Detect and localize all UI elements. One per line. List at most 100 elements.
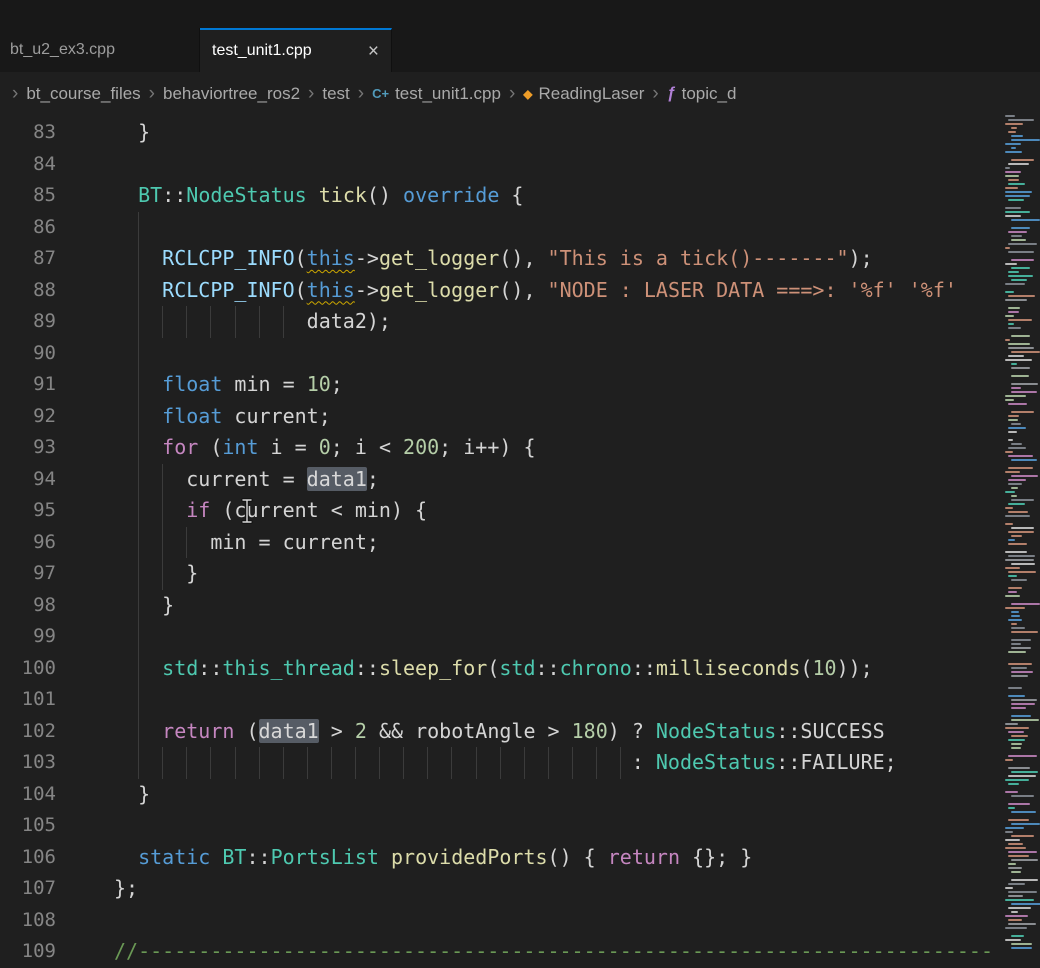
code-line[interactable]: 96 min = current; bbox=[0, 527, 1040, 559]
line-number[interactable]: 98 bbox=[0, 590, 70, 622]
minimap[interactable] bbox=[1004, 115, 1040, 968]
code-line[interactable]: 91 float min = 10; bbox=[0, 369, 1040, 401]
breadcrumb-item[interactable]: behaviortree_ros2 bbox=[163, 84, 300, 104]
minimap-line bbox=[1005, 167, 1010, 169]
breadcrumb-label: bt_course_files bbox=[26, 84, 140, 104]
minimap-line bbox=[1011, 707, 1026, 709]
code-token: ; i++) { bbox=[439, 435, 535, 459]
code-line[interactable]: 95 if (current < min) { bbox=[0, 495, 1040, 527]
line-number[interactable]: 106 bbox=[0, 842, 70, 874]
code-line[interactable]: 90 bbox=[0, 338, 1040, 370]
tab-test_unit1.cpp[interactable]: test_unit1.cpp × bbox=[200, 28, 392, 72]
line-number[interactable]: 89 bbox=[0, 306, 70, 338]
minimap-line bbox=[1008, 807, 1015, 809]
line-number[interactable]: 99 bbox=[0, 621, 70, 653]
code-line[interactable]: 105 bbox=[0, 810, 1040, 842]
breadcrumb-item[interactable]: ƒtopic_d bbox=[667, 84, 737, 104]
line-content: } bbox=[70, 558, 1040, 590]
line-number[interactable]: 95 bbox=[0, 495, 70, 527]
breadcrumb-item[interactable]: test bbox=[322, 84, 349, 104]
line-number[interactable]: 90 bbox=[0, 338, 70, 370]
code-line[interactable]: 100 std::this_thread::sleep_for(std::chr… bbox=[0, 653, 1040, 685]
line-number[interactable]: 85 bbox=[0, 180, 70, 212]
line-number[interactable]: 83 bbox=[0, 117, 70, 149]
code-line[interactable]: 89 data2); bbox=[0, 306, 1040, 338]
line-number[interactable]: 88 bbox=[0, 275, 70, 307]
line-number[interactable]: 91 bbox=[0, 369, 70, 401]
line-number[interactable]: 92 bbox=[0, 401, 70, 433]
code-line[interactable]: 83 } bbox=[0, 117, 1040, 149]
code-line[interactable]: 87 RCLCPP_INFO(this->get_logger(), "This… bbox=[0, 243, 1040, 275]
breadcrumb-item[interactable]: C+test_unit1.cpp bbox=[372, 84, 501, 104]
line-number[interactable]: 108 bbox=[0, 905, 70, 937]
code-line[interactable]: 84 bbox=[0, 149, 1040, 181]
indent-guide bbox=[138, 369, 139, 401]
line-number[interactable]: 96 bbox=[0, 527, 70, 559]
minimap-line bbox=[1008, 183, 1025, 185]
indent-guide bbox=[210, 306, 211, 338]
code-line[interactable]: 109//-----------------------------------… bbox=[0, 936, 1040, 968]
code-line[interactable]: 103 : NodeStatus::FAILURE; bbox=[0, 747, 1040, 779]
code-line[interactable]: 106 static BT::PortsList providedPorts()… bbox=[0, 842, 1040, 874]
line-number[interactable]: 101 bbox=[0, 684, 70, 716]
code-token bbox=[114, 750, 632, 774]
minimap-line bbox=[1008, 755, 1037, 757]
indent-guide bbox=[138, 621, 139, 653]
line-content bbox=[70, 810, 1040, 842]
code-line[interactable]: 99 bbox=[0, 621, 1040, 653]
breadcrumb-item[interactable]: ◆ReadingLaser bbox=[523, 84, 644, 104]
code-line[interactable]: 94 current = data1; bbox=[0, 464, 1040, 496]
minimap-line bbox=[1011, 219, 1040, 221]
code-token: providedPorts bbox=[391, 845, 548, 869]
code-line[interactable]: 104 } bbox=[0, 779, 1040, 811]
code-line[interactable]: 86 bbox=[0, 212, 1040, 244]
close-icon[interactable]: × bbox=[368, 42, 379, 61]
line-number[interactable]: 105 bbox=[0, 810, 70, 842]
code-token: () bbox=[367, 183, 403, 207]
code-line[interactable]: 98 } bbox=[0, 590, 1040, 622]
code-line[interactable]: 85 BT::NodeStatus tick() override { bbox=[0, 180, 1040, 212]
line-number[interactable]: 93 bbox=[0, 432, 70, 464]
line-number[interactable]: 104 bbox=[0, 779, 70, 811]
code-editor[interactable]: 83 }8485 BT::NodeStatus tick() override … bbox=[0, 115, 1040, 968]
line-number[interactable]: 86 bbox=[0, 212, 70, 244]
line-number[interactable]: 100 bbox=[0, 653, 70, 685]
code-token: ( bbox=[198, 435, 222, 459]
code-token: ( bbox=[234, 719, 258, 743]
indent-guide bbox=[186, 306, 187, 338]
line-number[interactable]: 84 bbox=[0, 149, 70, 181]
code-line[interactable]: 97 } bbox=[0, 558, 1040, 590]
code-line[interactable]: 88 RCLCPP_INFO(this->get_logger(), "NODE… bbox=[0, 275, 1040, 307]
line-content: current = data1; bbox=[70, 464, 1040, 496]
line-number[interactable]: 87 bbox=[0, 243, 70, 275]
minimap-line bbox=[1008, 895, 1023, 897]
tab-label: test_unit1.cpp bbox=[212, 42, 312, 60]
line-number[interactable]: 102 bbox=[0, 716, 70, 748]
code-line[interactable]: 93 for (int i = 0; i < 200; i++) { bbox=[0, 432, 1040, 464]
code-token: ) ? bbox=[608, 719, 656, 743]
line-content: float min = 10; bbox=[70, 369, 1040, 401]
minimap-line bbox=[1005, 123, 1023, 125]
line-number[interactable]: 94 bbox=[0, 464, 70, 496]
code-line[interactable]: 102 return (data1 > 2 && robotAngle > 18… bbox=[0, 716, 1040, 748]
code-line[interactable]: 101 bbox=[0, 684, 1040, 716]
indent-guide bbox=[138, 653, 139, 685]
breadcrumb-item[interactable]: bt_course_files bbox=[26, 84, 140, 104]
minimap-line bbox=[1008, 275, 1033, 277]
line-number[interactable]: 103 bbox=[0, 747, 70, 779]
code-token bbox=[114, 183, 138, 207]
minimap-line bbox=[1011, 135, 1023, 137]
minimap-line bbox=[1008, 311, 1019, 313]
minimap-line bbox=[1011, 719, 1039, 721]
minimap-line bbox=[1005, 939, 1021, 941]
code-line[interactable]: 108 bbox=[0, 905, 1040, 937]
line-number[interactable]: 107 bbox=[0, 873, 70, 905]
line-number[interactable]: 109 bbox=[0, 936, 70, 968]
code-line[interactable]: 107}; bbox=[0, 873, 1040, 905]
code-token: ( bbox=[295, 278, 307, 302]
code-line[interactable]: 92 float current; bbox=[0, 401, 1040, 433]
line-number[interactable]: 97 bbox=[0, 558, 70, 590]
tab-bt_u2_ex3.cpp[interactable]: bt_u2_ex3.cpp bbox=[0, 28, 200, 72]
minimap-line bbox=[1011, 375, 1029, 377]
line-content: data2); bbox=[70, 306, 1040, 338]
